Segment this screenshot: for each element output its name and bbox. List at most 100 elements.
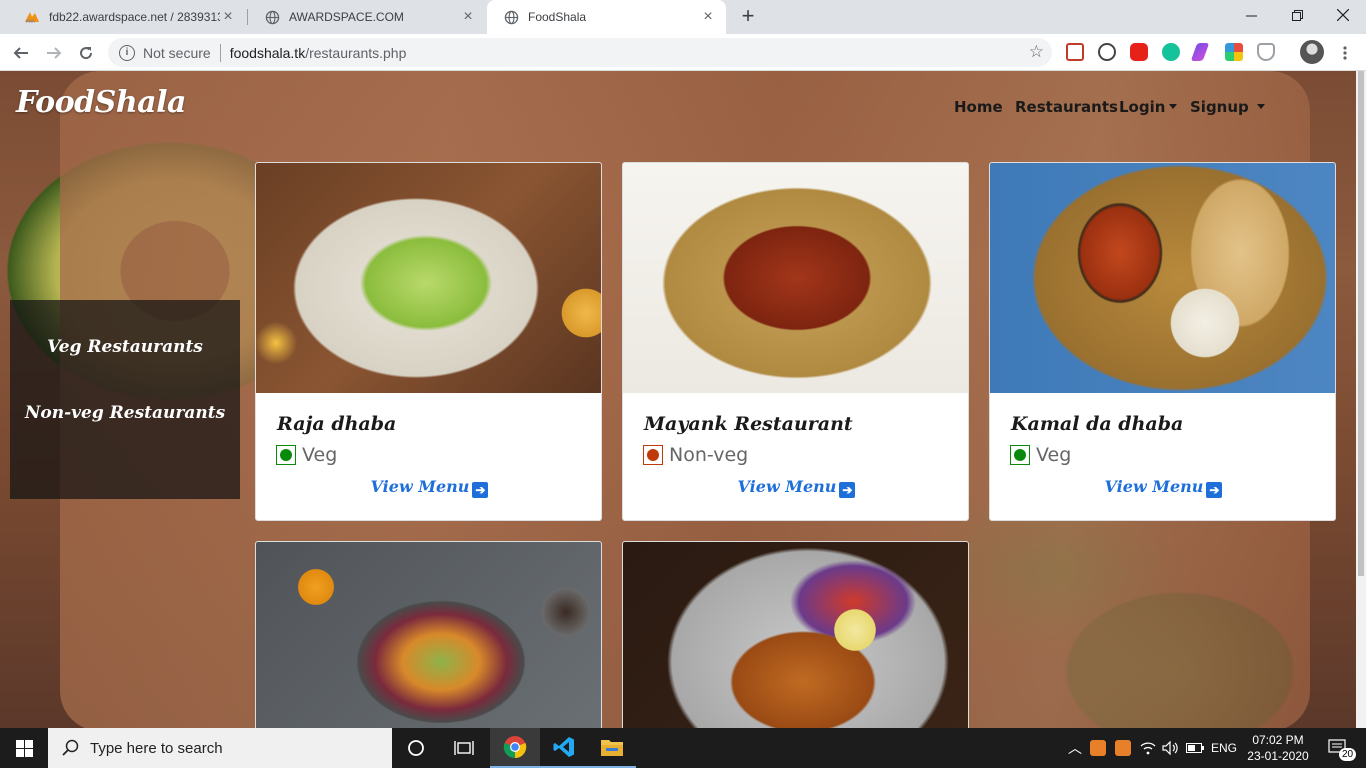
restaurant-card: Mayank Restaurant Non-veg View Menu ➔ (622, 162, 969, 521)
food-type-label: Veg (1036, 444, 1072, 466)
omnibox-divider (219, 43, 221, 62)
cortana-button[interactable] (392, 728, 440, 768)
search-placeholder: Type here to search (90, 739, 223, 757)
close-tab-icon[interactable]: × (700, 9, 716, 25)
food-type-label: Veg (302, 444, 338, 466)
tab-foodshala[interactable]: FoodShala × (487, 0, 726, 34)
restaurant-name[interactable]: Kamal da dhaba (1011, 413, 1183, 435)
globe-icon (264, 9, 280, 25)
url-path: /restaurants.php (305, 44, 407, 61)
close-window-button[interactable] (1320, 0, 1366, 30)
restaurant-card (255, 541, 602, 728)
view-menu-label: View Menu (370, 477, 470, 496)
filter-nonveg-link[interactable]: Non-veg Restaurants (10, 403, 240, 423)
filter-veg-link[interactable]: Veg Restaurants (10, 337, 240, 357)
food-type-badge: Non-veg (643, 444, 748, 466)
restaurant-name[interactable]: Mayank Restaurant (644, 413, 853, 435)
reload-button[interactable] (73, 40, 99, 66)
pocket-extension-icon[interactable] (1066, 43, 1084, 61)
restaurant-name[interactable]: Raja dhaba (277, 413, 396, 435)
cortana-circle-icon (408, 740, 424, 756)
nav-home[interactable]: Home (954, 98, 1003, 116)
site-logo[interactable]: FoodShala (16, 85, 186, 120)
profile-avatar[interactable] (1300, 40, 1324, 64)
nonveg-icon (643, 445, 663, 465)
veg-icon (1010, 445, 1030, 465)
wifi-icon[interactable] (1138, 728, 1158, 768)
url-text[interactable]: foodshala.tk/restaurants.php (230, 45, 407, 61)
scrollbar-thumb[interactable] (1358, 71, 1364, 576)
food-image (623, 542, 968, 728)
more-vertical-icon (1343, 46, 1347, 60)
url-host: foodshala.tk (229, 44, 306, 61)
close-icon (1337, 9, 1349, 21)
pen-extension-icon[interactable] (1190, 43, 1210, 61)
browser-tab-strip: PMA fdb22.awardspace.net / 283931392... … (0, 0, 1366, 34)
new-tab-button[interactable]: + (736, 5, 760, 29)
restore-icon (1291, 9, 1303, 21)
tab-phpmyadmin[interactable]: PMA fdb22.awardspace.net / 283931392... … (8, 0, 246, 34)
show-hidden-icons-button[interactable]: ︿ (1066, 728, 1084, 768)
extension-icon[interactable] (1098, 43, 1116, 61)
action-center-button[interactable]: 20 (1318, 728, 1358, 768)
vscode-icon (553, 737, 574, 757)
file-explorer-taskbar-app[interactable] (588, 728, 636, 768)
globe-icon (503, 9, 519, 25)
minimize-button[interactable] (1228, 0, 1274, 30)
nav-restaurants[interactable]: Restaurants (1015, 98, 1118, 116)
view-menu-link[interactable]: View Menu ➔ (623, 477, 968, 498)
minimize-icon (1245, 15, 1257, 16)
volume-icon[interactable] (1161, 728, 1181, 768)
arrow-right-icon: ➔ (472, 482, 489, 498)
svg-text:PMA: PMA (26, 19, 35, 24)
browser-toolbar: i Not secure foodshala.tk/restaurants.ph… (0, 34, 1366, 71)
food-image (256, 542, 601, 728)
start-button[interactable] (0, 728, 48, 768)
notification-count-badge: 20 (1339, 748, 1357, 761)
close-tab-icon[interactable]: × (460, 9, 476, 25)
youtube-extension-icon[interactable] (1130, 43, 1148, 61)
address-bar[interactable]: i Not secure foodshala.tk/restaurants.ph… (108, 38, 1052, 67)
nav-signup[interactable]: Signup (1190, 98, 1265, 116)
view-menu-link[interactable]: View Menu ➔ (990, 477, 1335, 498)
page-scrollbar[interactable] (1356, 71, 1366, 728)
arrow-right-icon (47, 47, 62, 59)
grammarly-extension-icon[interactable] (1162, 43, 1180, 61)
view-menu-label: View Menu (737, 477, 837, 496)
info-icon[interactable]: i (119, 44, 135, 61)
bookmark-star-icon[interactable]: ☆ (1029, 42, 1044, 62)
tray-app-icon[interactable] (1088, 728, 1108, 768)
view-menu-label: View Menu (1104, 477, 1204, 496)
colorpick-extension-icon[interactable] (1225, 43, 1243, 61)
clock-date: 23-01-2020 (1247, 749, 1309, 763)
forward-button[interactable] (41, 40, 67, 66)
food-type-label: Non-veg (669, 444, 749, 466)
arrow-left-icon (13, 47, 28, 59)
food-type-badge: Veg (1010, 444, 1071, 466)
security-label[interactable]: Not secure (143, 45, 211, 61)
folder-icon (601, 740, 623, 756)
caret-down-icon (1256, 104, 1265, 109)
close-tab-icon[interactable]: × (220, 9, 236, 25)
browser-menu-button[interactable] (1332, 40, 1358, 66)
restore-button[interactable] (1274, 0, 1320, 30)
taskbar-search[interactable]: Type here to search (48, 728, 392, 768)
caret-down-icon (1169, 104, 1178, 109)
chrome-taskbar-app[interactable] (490, 728, 540, 768)
food-image (623, 163, 968, 393)
tray-app-icon[interactable] (1113, 728, 1133, 768)
windows-logo-icon (15, 739, 33, 757)
tab-awardspace[interactable]: AWARDSPACE.COM × (248, 0, 486, 34)
reload-icon (80, 47, 93, 60)
task-view-button[interactable] (440, 728, 488, 768)
shield-extension-icon[interactable] (1257, 43, 1275, 61)
view-menu-link[interactable]: View Menu ➔ (256, 477, 601, 498)
back-button[interactable] (8, 40, 34, 66)
restaurant-card (622, 541, 969, 728)
input-language[interactable]: ENG (1208, 728, 1240, 768)
vscode-taskbar-app[interactable] (540, 728, 588, 768)
battery-icon[interactable] (1185, 728, 1205, 768)
nav-login[interactable]: Login (1119, 98, 1178, 116)
restaurant-card: Raja dhaba Veg View Menu ➔ (255, 162, 602, 521)
system-clock[interactable]: 07:02 PM 23-01-2020 (1243, 728, 1313, 768)
